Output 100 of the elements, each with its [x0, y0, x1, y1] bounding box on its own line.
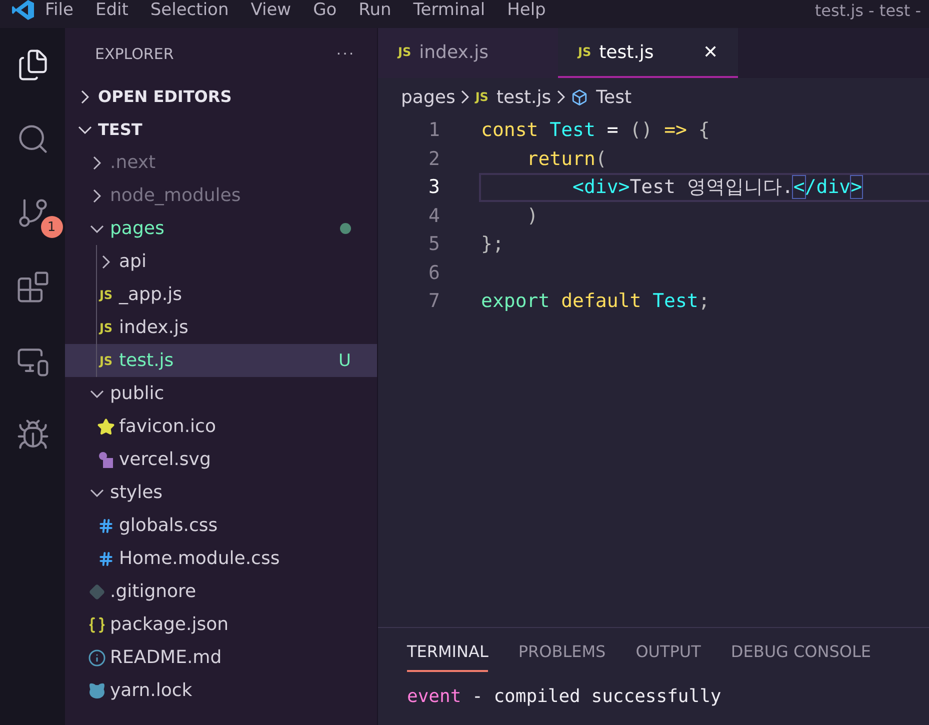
code-token: const: [481, 119, 538, 142]
chevron-right-icon: [557, 90, 566, 104]
tree-row[interactable]: JS index.js: [65, 311, 377, 344]
panel-tab[interactable]: DEBUG CONSOLE: [730, 642, 872, 672]
tree-row[interactable]: globals.css: [65, 509, 377, 542]
braces-icon: [88, 616, 106, 634]
line-number: 5: [428, 233, 440, 256]
code-token: (: [595, 148, 607, 170]
js-file-icon: JS: [99, 320, 113, 334]
menu-item[interactable]: Edit: [84, 0, 140, 20]
tree-row[interactable]: package.json: [65, 608, 377, 641]
folder-row[interactable]: public: [65, 377, 377, 410]
code-token: return: [526, 148, 596, 170]
folder-row[interactable]: styles: [65, 476, 377, 509]
panel-tab[interactable]: PROBLEMS: [518, 642, 606, 672]
file-name: globals.css: [119, 515, 218, 536]
code-token: ;: [698, 290, 710, 312]
file-name: favicon.ico: [119, 416, 216, 437]
folder-row[interactable]: .next: [65, 146, 377, 179]
code-token: {: [697, 119, 710, 142]
star-icon: [97, 418, 115, 436]
tree-row[interactable]: yarn.lock: [65, 674, 377, 707]
tree-row[interactable]: JS _app.js: [65, 278, 377, 311]
file-name: _app.js: [119, 284, 182, 305]
menu-item[interactable]: Terminal: [402, 0, 496, 20]
tree-row[interactable]: README.md: [65, 641, 377, 674]
js-file-icon: JS: [99, 354, 113, 368]
code-token: >: [850, 176, 862, 198]
line-number: 2: [428, 148, 440, 170]
diamond-icon: [89, 584, 105, 600]
code-token: Test: [652, 290, 698, 312]
file-name: Home.module.css: [119, 548, 280, 569]
code-token: Test: [548, 119, 596, 142]
line-number: 7: [428, 290, 440, 312]
panel-tab[interactable]: OUTPUT: [636, 642, 701, 672]
folder-row[interactable]: node_modules: [65, 179, 377, 212]
breadcrumb-item[interactable]: Test: [596, 86, 632, 108]
line-number: 6: [428, 262, 440, 284]
logo-icon: [12, 0, 34, 20]
js-file-icon: JS: [475, 90, 488, 104]
section-header[interactable]: OPEN EDITORS: [65, 80, 377, 113]
info-icon: [88, 648, 106, 666]
more-button[interactable]: ···: [336, 45, 355, 63]
tree-row[interactable]: favicon.ico: [65, 410, 377, 443]
close-button[interactable]: ✕: [703, 41, 718, 63]
file-name: yarn.lock: [110, 680, 192, 701]
editor-tab[interactable]: JS index.js: [378, 28, 558, 78]
git-status: U: [338, 350, 351, 370]
code-token: <: [793, 176, 805, 198]
hash-icon: [98, 518, 114, 534]
folder-row[interactable]: pages: [65, 212, 377, 245]
js-file-icon: JS: [99, 288, 113, 302]
line-number: 1: [428, 119, 440, 142]
code-token: =: [606, 119, 618, 142]
tree-row[interactable]: Home.module.css: [65, 542, 377, 575]
code-token: Test 영역입니다.: [630, 175, 794, 200]
code-token: ): [526, 204, 538, 227]
menu-item[interactable]: Help: [496, 0, 557, 20]
file-name: .gitignore: [110, 581, 196, 602]
js-file-icon: JS: [578, 45, 592, 59]
code-token: <div>: [572, 176, 630, 198]
folder-name: .next: [110, 152, 156, 173]
tree-row[interactable]: JS test.js U: [65, 344, 377, 377]
code-token: export: [481, 290, 550, 312]
section-header[interactable]: TEST: [65, 113, 377, 146]
menu-item[interactable]: Go: [302, 0, 348, 20]
code-token: /div: [804, 176, 851, 198]
folder-name: api: [119, 251, 146, 272]
file-name: index.js: [119, 317, 188, 338]
line-number: 3: [428, 176, 440, 198]
folder-name: pages: [110, 218, 164, 239]
code-token: };: [481, 233, 504, 256]
file-name: package.json: [110, 614, 229, 635]
shapes-icon: [98, 450, 114, 468]
editor-tab[interactable]: JS test.js ✕: [558, 28, 738, 78]
section-title: TEST: [98, 120, 142, 139]
tree-row[interactable]: vercel.svg: [65, 443, 377, 476]
hash-icon: [98, 550, 114, 566]
panel-tab[interactable]: TERMINAL: [407, 642, 488, 672]
file-name: README.md: [110, 647, 222, 668]
menu-item[interactable]: Selection: [139, 0, 240, 20]
count-badge: 1: [40, 216, 62, 238]
folder-row[interactable]: api: [65, 245, 377, 278]
file-name: vercel.svg: [119, 449, 211, 470]
tree-row[interactable]: .gitignore: [65, 575, 377, 608]
chevron-right-icon: [461, 90, 470, 104]
folder-name: public: [110, 383, 164, 404]
menu-item[interactable]: File: [34, 0, 84, 20]
section-title: OPEN EDITORS: [98, 87, 232, 106]
code-token: (): [628, 119, 653, 142]
code-token: default: [560, 290, 642, 312]
menu-item[interactable]: Run: [348, 0, 402, 20]
file-name: test.js: [119, 350, 174, 371]
sidebar-title: EXPLORER: [95, 45, 174, 63]
breadcrumb-item[interactable]: pages: [401, 86, 456, 108]
js-file-icon: JS: [398, 45, 412, 59]
breadcrumb-item[interactable]: test.js: [496, 86, 552, 108]
terminal-text: event: [407, 686, 462, 707]
folder-name: node_modules: [110, 185, 241, 206]
menu-item[interactable]: View: [240, 0, 302, 20]
